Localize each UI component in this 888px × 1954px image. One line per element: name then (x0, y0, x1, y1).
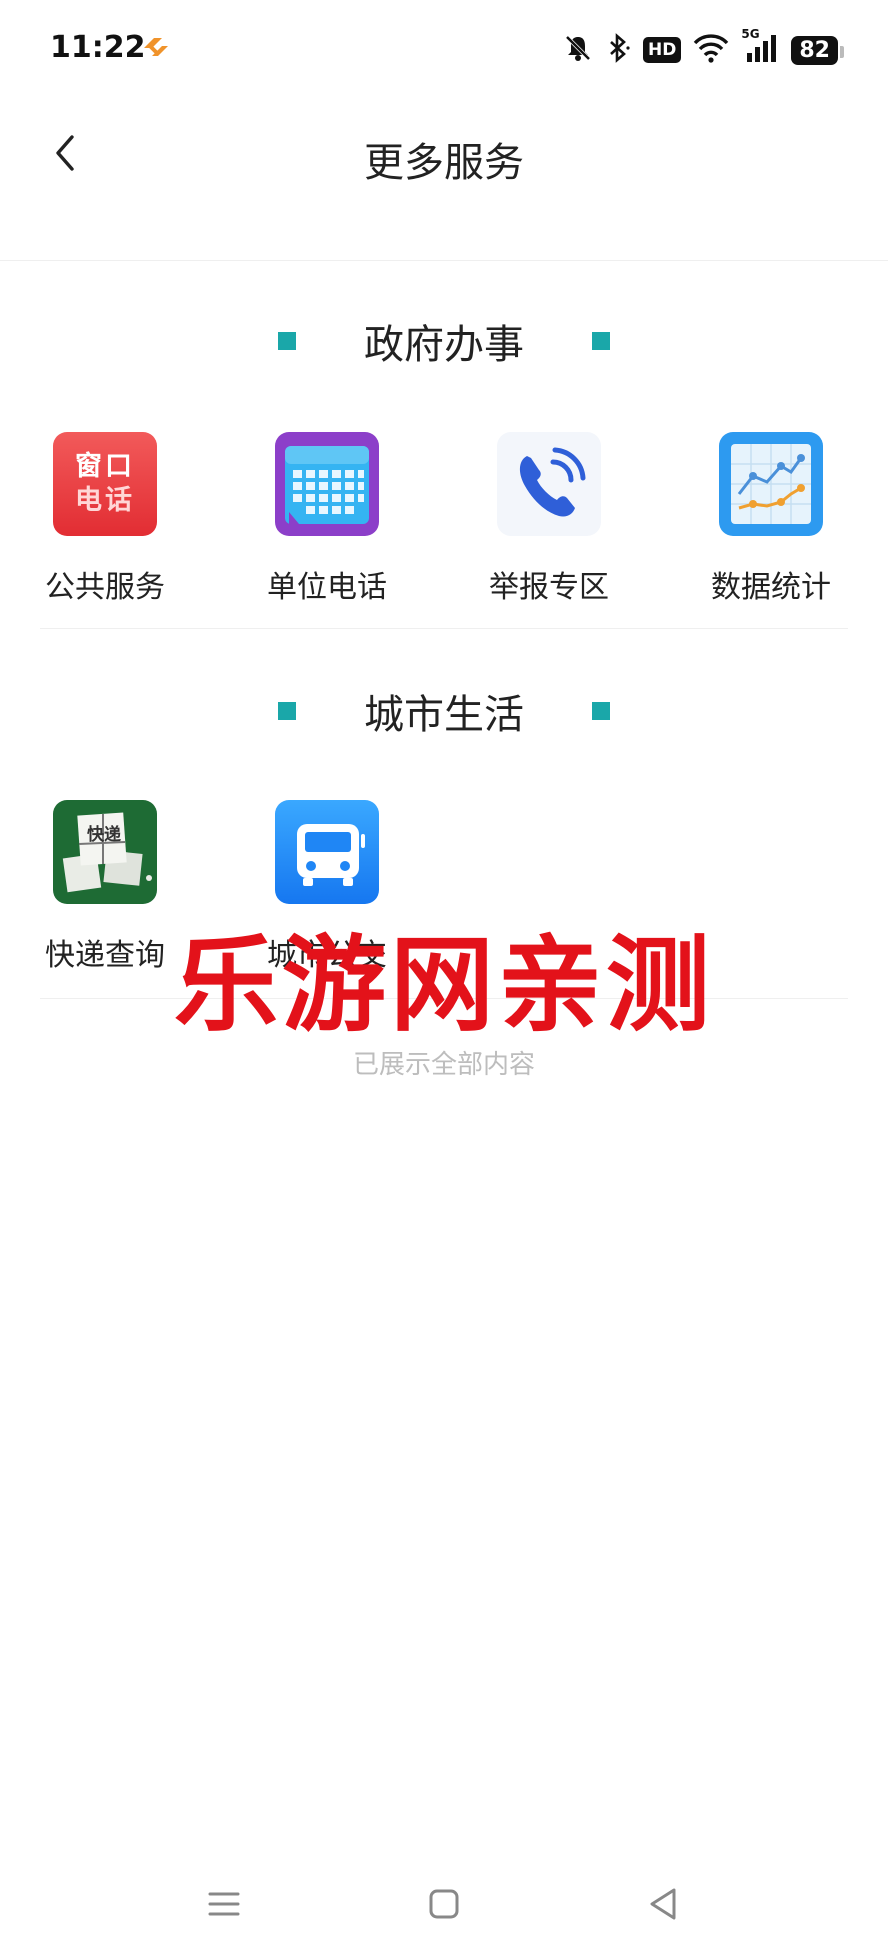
network-type-label: 5G (741, 27, 760, 41)
wifi-icon (693, 33, 729, 67)
window-phone-icon: 窗口 电话 (53, 432, 157, 536)
parcel-label-text: 快递 (87, 825, 121, 845)
back-triangle-icon (650, 1888, 676, 1920)
service-item-label: 单位电话 (267, 570, 387, 605)
mute-icon (563, 33, 593, 67)
accent-square-icon (278, 332, 296, 350)
service-item-statistics[interactable]: 数据统计 (671, 432, 871, 606)
accent-square-icon (592, 702, 610, 720)
service-item-report[interactable]: 举报专区 (449, 432, 649, 606)
service-item-unit-phone[interactable]: 单位电话 (227, 432, 427, 606)
bus-icon (275, 800, 379, 904)
cellular-signal-icon: 5G (741, 27, 779, 67)
accent-square-icon (592, 332, 610, 350)
phone-call-icon (497, 432, 601, 536)
service-item-label: 公共服务 (45, 570, 165, 605)
menu-icon (208, 1892, 240, 1916)
hd-badge: HD (643, 37, 682, 63)
status-time: 11:22 (50, 30, 146, 65)
nav-home-button[interactable] (414, 1876, 474, 1932)
watermark-overlay: 乐游网亲测 (173, 924, 714, 1046)
section-title-city-life: 城市生活 (0, 682, 888, 740)
bluetooth-icon (605, 33, 631, 67)
home-square-icon (429, 1889, 459, 1919)
status-bar: 11:22 HD 5G 82 (0, 0, 888, 100)
service-item-label: 举报专区 (489, 570, 609, 605)
section-divider (40, 628, 848, 629)
nav-back-button[interactable] (633, 1876, 693, 1932)
section-title-label: 政府办事 (364, 322, 524, 368)
icon-text-line-2: 电话 (75, 485, 135, 516)
line-chart-icon (719, 432, 823, 536)
service-item-public-service[interactable]: 窗口 电话 公共服务 (5, 432, 205, 606)
system-nav-bar (0, 1854, 888, 1954)
header: 更多服务 (0, 100, 888, 261)
parcel-icon: 快递 (53, 800, 157, 904)
status-icons: HD 5G 82 (563, 27, 844, 70)
icon-text-line-1: 窗口 (75, 451, 135, 482)
section-title-government: 政府办事 (0, 312, 888, 370)
nav-menu-button[interactable] (194, 1876, 254, 1932)
app-notification-icon (140, 34, 172, 66)
page-title: 更多服务 (364, 140, 524, 186)
battery-indicator: 82 (791, 35, 844, 65)
accent-square-icon (278, 702, 296, 720)
calendar-icon (275, 432, 379, 536)
section-title-label: 城市生活 (364, 692, 524, 738)
service-item-label: 数据统计 (711, 570, 831, 605)
